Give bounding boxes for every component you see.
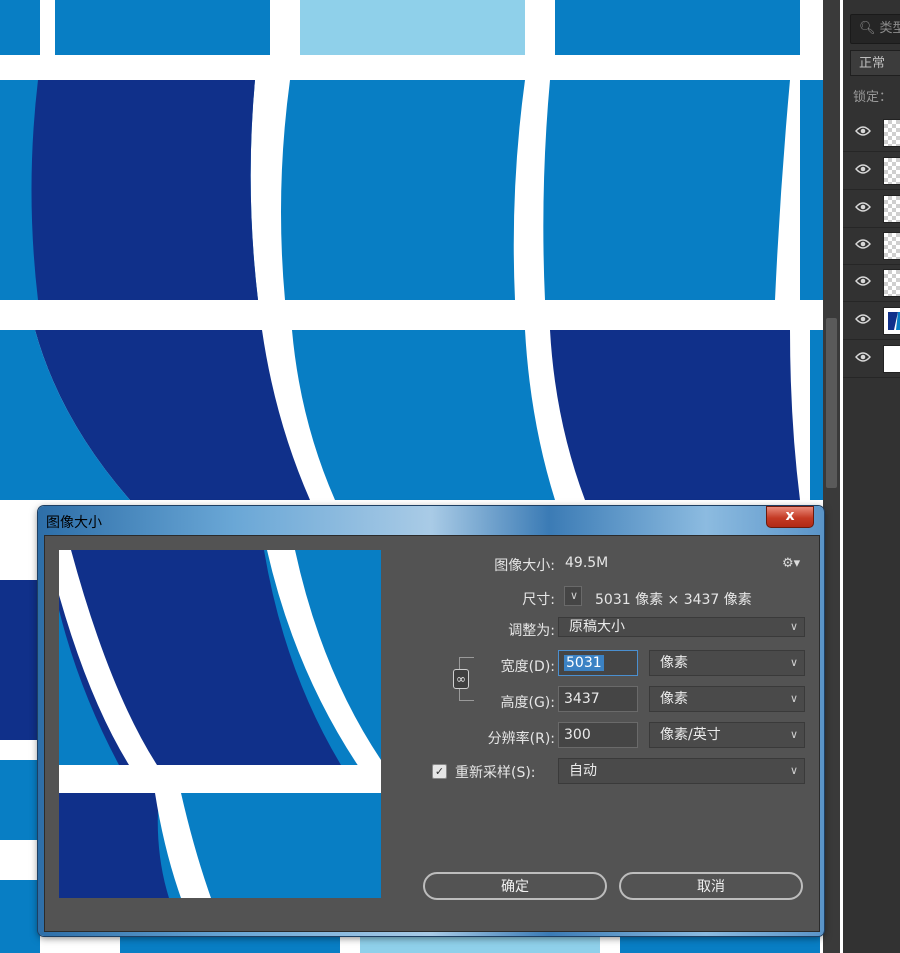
layer-row[interactable] (843, 114, 900, 152)
visibility-eye-icon[interactable] (855, 201, 871, 213)
height-unit-value: 像素 (660, 691, 688, 707)
dialog-body: 图像大小: 49.5M ⚙▾ 尺寸: ∨ 5031 像素 × 3437 像素 调… (44, 535, 820, 932)
layer-filter-search[interactable]: 🔍︎ 类型 (850, 14, 900, 44)
layer-thumbnail (883, 232, 900, 260)
height-unit-select[interactable]: 像素 ∨ (649, 686, 805, 712)
layer-row[interactable] (843, 190, 900, 228)
height-label: 高度(G): (500, 695, 556, 711)
layer-thumbnail (883, 119, 900, 147)
layer-thumbnail (883, 157, 900, 185)
visibility-eye-icon[interactable] (855, 275, 871, 287)
layer-row[interactable] (843, 227, 900, 265)
chevron-down-icon: ∨ (789, 764, 798, 777)
blend-mode-select[interactable]: 正常 (850, 50, 900, 76)
lock-label: 锁定： (853, 90, 893, 105)
visibility-eye-icon[interactable] (855, 238, 871, 250)
layer-row[interactable] (843, 264, 900, 302)
height-input[interactable]: 3437 (558, 686, 638, 712)
dimensions-unit-toggle[interactable]: ∨ (564, 586, 582, 606)
dimensions-label: 尺寸: (522, 592, 555, 608)
fit-to-value: 原稿大小 (569, 619, 625, 635)
resolution-label: 分辨率(R): (487, 731, 555, 747)
scrollbar-thumb[interactable] (826, 318, 837, 488)
preview-artwork (59, 550, 381, 898)
layer-thumbnail (883, 307, 900, 335)
layer-filter-label: 类型 (879, 21, 900, 36)
width-label: 宽度(D): (500, 659, 555, 675)
visibility-eye-icon[interactable] (855, 125, 871, 137)
ok-button[interactable]: 确定 (423, 872, 607, 900)
layer-thumbnail (883, 269, 900, 297)
layer-row[interactable] (843, 152, 900, 190)
image-thumbnail-icon (884, 308, 900, 334)
resample-method-value: 自动 (569, 763, 597, 779)
layer-row[interactable] (843, 302, 900, 340)
dialog-title: 图像大小 (46, 515, 102, 531)
search-icon: 🔍︎ (859, 21, 876, 36)
visibility-eye-icon[interactable] (855, 313, 871, 325)
visibility-eye-icon[interactable] (855, 351, 871, 363)
layer-thumbnail (883, 195, 900, 223)
chevron-down-icon: ∨ (789, 620, 798, 633)
resample-label: 重新采样(S): (455, 765, 536, 781)
layer-thumbnail (883, 345, 900, 373)
chevron-down-icon: ∨ (569, 589, 578, 602)
width-input[interactable]: 5031 (558, 650, 638, 676)
image-size-dialog: 图像大小 x 图像大小: 49.5M ⚙▾ 尺寸: ∨ 5031 像素 × 34… (38, 506, 824, 936)
resolution-unit-select[interactable]: 像素/英寸 ∨ (649, 722, 805, 748)
fit-to-select[interactable]: 原稿大小 ∨ (558, 617, 805, 637)
dimensions-value: 5031 像素 × 3437 像素 (595, 592, 752, 608)
chevron-down-icon: ∨ (789, 728, 798, 741)
width-unit-value: 像素 (660, 655, 688, 671)
image-size-value: 49.5M (565, 555, 609, 571)
resample-method-select[interactable]: 自动 ∨ (558, 758, 805, 784)
layer-row[interactable] (843, 340, 900, 378)
resolution-unit-value: 像素/英寸 (660, 727, 721, 743)
image-size-label: 图像大小: (494, 558, 555, 574)
resolution-input[interactable]: 300 (558, 722, 638, 748)
cancel-button[interactable]: 取消 (619, 872, 803, 900)
fit-to-label: 调整为: (508, 623, 555, 639)
close-button[interactable]: x (766, 506, 814, 528)
width-unit-select[interactable]: 像素 ∨ (649, 650, 805, 676)
visibility-eye-icon[interactable] (855, 163, 871, 175)
settings-gear-icon[interactable]: ⚙▾ (782, 556, 800, 571)
image-preview[interactable] (59, 550, 381, 898)
width-value: 5031 (564, 655, 604, 671)
chevron-down-icon: ∨ (789, 656, 798, 669)
resample-checkbox[interactable]: ✓ (432, 764, 447, 779)
chevron-down-icon: ∨ (789, 692, 798, 705)
